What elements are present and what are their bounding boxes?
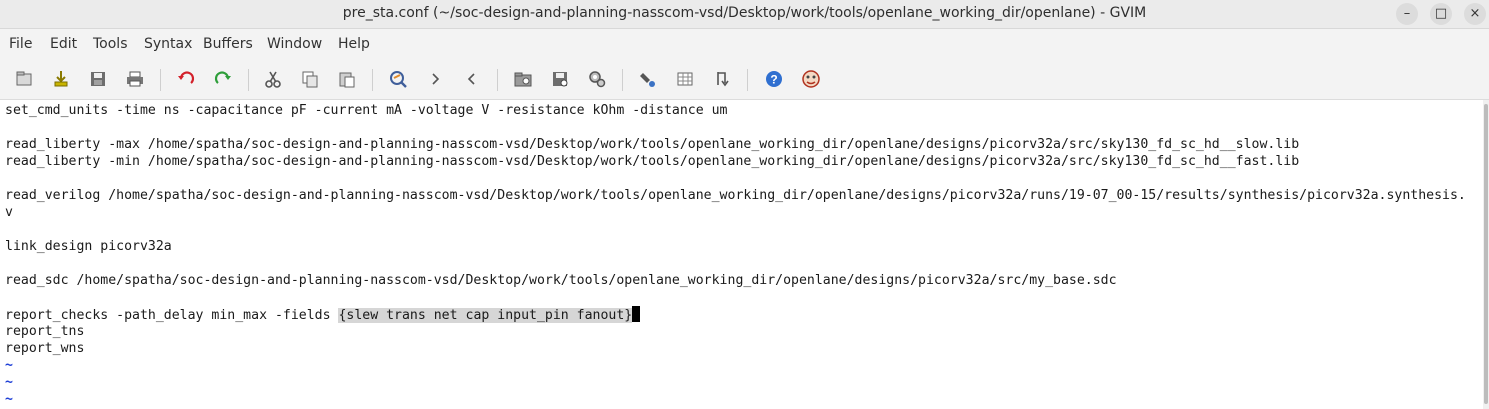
visual-selection: {slew trans net cap input_pin fanout (338, 308, 625, 323)
run-script-icon[interactable] (585, 67, 609, 91)
load-session-icon[interactable] (511, 67, 535, 91)
code-line: link_design picorv32a (5, 239, 172, 254)
undo-icon[interactable] (174, 67, 198, 91)
close-button[interactable]: × (1464, 3, 1486, 25)
open-icon[interactable] (12, 67, 36, 91)
maximize-button[interactable]: □ (1430, 3, 1452, 25)
menu-bar: File Edit Tools Syntax Buffers Window He… (0, 29, 1489, 59)
svg-text:?: ? (770, 73, 777, 87)
find-prev-icon[interactable] (460, 67, 484, 91)
minimize-button[interactable]: – (1396, 3, 1418, 25)
code-line: read_liberty -max /home/spatha/soc-desig… (5, 137, 1300, 152)
help-icon[interactable]: ? (762, 67, 786, 91)
toolbar-separator (160, 69, 161, 91)
jump-tag-icon[interactable] (710, 67, 734, 91)
find-next-icon[interactable] (423, 67, 447, 91)
code-line: read_liberty -min /home/spatha/soc-desig… (5, 154, 1300, 169)
menu-help[interactable]: Help (338, 36, 370, 52)
menu-window[interactable]: Window (267, 36, 322, 52)
code-line: set_cmd_units -time ns -capacitance pF -… (5, 103, 728, 118)
save-session-icon[interactable] (548, 67, 572, 91)
empty-line-tilde: ~ (5, 375, 13, 390)
code-line: report_wns (5, 341, 85, 356)
cut-icon[interactable] (261, 67, 285, 91)
save-icon[interactable] (86, 67, 110, 91)
toolbar: ? (0, 59, 1489, 100)
toolbar-separator (372, 69, 373, 91)
paste-icon[interactable] (335, 67, 359, 91)
find-help-icon[interactable] (799, 67, 823, 91)
empty-line-tilde: ~ (5, 392, 13, 407)
empty-line-tilde: ~ (5, 358, 13, 373)
make-icon[interactable] (636, 67, 660, 91)
selection-brace: } (624, 308, 633, 323)
code-line: report_tns (5, 324, 85, 339)
code-line: read_verilog /home/spatha/soc-design-and… (5, 188, 1466, 203)
code-line-report-checks: report_checks -path_delay min_max -field… (5, 306, 641, 323)
menu-tools[interactable]: Tools (93, 36, 128, 52)
window-title: pre_sta.conf (~/soc-design-and-planning-… (342, 5, 1147, 21)
vertical-scrollbar[interactable] (1483, 100, 1489, 409)
menu-edit[interactable]: Edit (50, 36, 77, 52)
code-line: read_sdc /home/spatha/soc-design-and-pla… (5, 273, 1117, 288)
code-line: v (5, 205, 13, 220)
code-text: report_checks -path_delay min_max -field… (5, 308, 339, 323)
build-tags-icon[interactable] (673, 67, 697, 91)
text-cursor (632, 306, 641, 322)
copy-icon[interactable] (298, 67, 322, 91)
find-replace-icon[interactable] (386, 67, 410, 91)
toolbar-separator (622, 69, 623, 91)
title-bar: pre_sta.conf (~/soc-design-and-planning-… (0, 0, 1489, 29)
menu-buffers[interactable]: Buffers (203, 36, 253, 52)
editor-area[interactable]: set_cmd_units -time ns -capacitance pF -… (0, 100, 1483, 409)
toolbar-separator (248, 69, 249, 91)
print-icon[interactable] (123, 67, 147, 91)
toolbar-separator (747, 69, 748, 91)
redo-icon[interactable] (211, 67, 235, 91)
scrollbar-thumb[interactable] (1484, 104, 1488, 404)
save-session-icon[interactable] (49, 67, 73, 91)
toolbar-separator (497, 69, 498, 91)
menu-syntax[interactable]: Syntax (144, 36, 192, 52)
menu-file[interactable]: File (9, 36, 32, 52)
